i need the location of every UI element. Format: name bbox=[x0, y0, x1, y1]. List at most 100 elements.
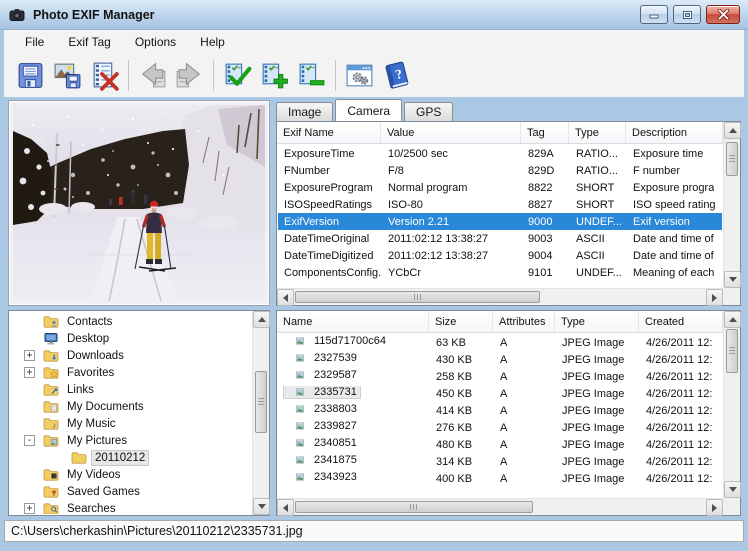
delete-exif-button[interactable] bbox=[86, 57, 123, 94]
tree-item-searches[interactable]: +Searches bbox=[10, 500, 251, 514]
column-header-tag[interactable]: Tag bbox=[521, 122, 569, 143]
column-header-value[interactable]: Value bbox=[381, 122, 521, 143]
scrollbar-thumb[interactable] bbox=[295, 501, 533, 513]
files-horizontal-scrollbar[interactable] bbox=[277, 498, 723, 515]
tree-item-contacts[interactable]: Contacts bbox=[10, 313, 251, 330]
file-row[interactable]: 2340851480 KBAJPEG Image4/26/2011 12: bbox=[278, 436, 722, 453]
files-vertical-scrollbar[interactable] bbox=[723, 311, 740, 498]
edit-exif-tag-button[interactable] bbox=[219, 57, 256, 94]
column-header-size[interactable]: Size bbox=[429, 311, 493, 332]
help-button[interactable]: ? bbox=[378, 57, 415, 94]
file-row[interactable]: 2338803414 KBAJPEG Image4/26/2011 12: bbox=[278, 402, 722, 419]
tag-cell: 829D bbox=[522, 165, 570, 177]
file-row[interactable]: 115d71700c6463 KBAJPEG Image4/26/2011 12… bbox=[278, 334, 722, 351]
film-green-minus-icon bbox=[296, 60, 327, 91]
scroll-right-button[interactable] bbox=[706, 289, 723, 306]
tree-item-favorites[interactable]: +Favorites bbox=[10, 364, 251, 381]
exif-name-cell: ISOSpeedRatings bbox=[278, 199, 382, 211]
file-row-selected[interactable]: 2335731450 KBAJPEG Image4/26/2011 12: bbox=[278, 385, 722, 402]
tree-expander-plus[interactable]: + bbox=[24, 350, 35, 361]
file-row[interactable]: 2339827276 KBAJPEG Image4/26/2011 12: bbox=[278, 419, 722, 436]
tree-item-links[interactable]: Links bbox=[10, 381, 251, 398]
file-row[interactable]: 2341875314 KBAJPEG Image4/26/2011 12: bbox=[278, 453, 722, 470]
file-row[interactable]: 2327539430 KBAJPEG Image4/26/2011 12: bbox=[278, 351, 722, 368]
maximize-button[interactable] bbox=[673, 5, 701, 24]
tree-item-desktop[interactable]: Desktop bbox=[10, 330, 251, 347]
tree-item-my-videos[interactable]: My Videos bbox=[10, 466, 251, 483]
menu-options[interactable]: Options bbox=[123, 32, 188, 52]
menu-file[interactable]: File bbox=[13, 32, 56, 52]
scrollbar-thumb[interactable] bbox=[726, 329, 738, 373]
scroll-down-button[interactable] bbox=[253, 498, 270, 515]
tab-gps[interactable]: GPS bbox=[404, 102, 453, 121]
exif-row[interactable]: DateTimeOriginal2011:02:12 13:38:279003A… bbox=[278, 230, 722, 247]
options-button[interactable] bbox=[341, 57, 378, 94]
minimize-button[interactable] bbox=[640, 5, 668, 24]
tree-item-downloads[interactable]: +Downloads bbox=[10, 347, 251, 364]
tree-item-my-pictures[interactable]: -My Pictures bbox=[10, 432, 251, 449]
description-cell: Date and time of bbox=[627, 250, 714, 262]
tree-item-20110212[interactable]: 20110212 bbox=[10, 449, 251, 466]
tree-item-my-music[interactable]: ♪My Music bbox=[10, 415, 251, 432]
column-header-type[interactable]: Type bbox=[555, 311, 639, 332]
save-button[interactable] bbox=[12, 57, 49, 94]
exif-row[interactable]: FNumberF/8829DRATIO...F number bbox=[278, 162, 722, 179]
type-cell: JPEG Image bbox=[556, 354, 640, 366]
exif-row[interactable]: ExposureProgramNormal program8822SHORTEx… bbox=[278, 179, 722, 196]
description-cell: F number bbox=[627, 165, 680, 177]
exif-row[interactable]: ISOSpeedRatingsISO-808827SHORTISO speed … bbox=[278, 196, 722, 213]
file-row[interactable]: 2343923400 KBAJPEG Image4/26/2011 12: bbox=[278, 470, 722, 487]
description-cell: ISO speed rating bbox=[627, 199, 716, 211]
scroll-left-button[interactable] bbox=[277, 499, 294, 516]
tree-item-label: My Documents bbox=[64, 400, 147, 414]
scroll-right-button[interactable] bbox=[706, 499, 723, 516]
scroll-up-button[interactable] bbox=[724, 311, 741, 328]
scrollbar-thumb[interactable] bbox=[726, 142, 738, 176]
close-button[interactable] bbox=[706, 5, 740, 24]
menu-exif-tag[interactable]: Exif Tag bbox=[56, 32, 122, 52]
file-row[interactable]: 2329587258 KBAJPEG Image4/26/2011 12: bbox=[278, 368, 722, 385]
scroll-down-button[interactable] bbox=[724, 271, 741, 288]
scroll-left-button[interactable] bbox=[277, 289, 294, 306]
column-header-name[interactable]: Name bbox=[277, 311, 429, 332]
tree-expander-minus[interactable]: - bbox=[24, 435, 35, 446]
tree-item-saved-games[interactable]: Saved Games bbox=[10, 483, 251, 500]
column-header-exif-name[interactable]: Exif Name bbox=[277, 122, 381, 143]
column-header-created[interactable]: Created bbox=[639, 311, 723, 332]
exif-row[interactable]: ExposureTime10/2500 sec829ARATIO...Expos… bbox=[278, 145, 722, 162]
attributes-cell: A bbox=[494, 354, 556, 366]
exif-name-cell: FNumber bbox=[278, 165, 382, 177]
tree-item-my-documents[interactable]: My Documents bbox=[10, 398, 251, 415]
value-cell: ISO-80 bbox=[382, 199, 522, 211]
tree-vertical-scrollbar[interactable] bbox=[252, 311, 269, 515]
save-image-button[interactable] bbox=[49, 57, 86, 94]
gray-arrow-left-film-icon bbox=[137, 60, 168, 91]
add-exif-tag-button[interactable] bbox=[256, 57, 293, 94]
scroll-up-button[interactable] bbox=[253, 311, 270, 328]
exif-row[interactable]: DateTimeDigitized2011:02:12 13:38:279004… bbox=[278, 247, 722, 264]
exif-vertical-scrollbar[interactable] bbox=[723, 122, 740, 288]
remove-exif-tag-button[interactable] bbox=[293, 57, 330, 94]
column-header-attributes[interactable]: Attributes bbox=[493, 311, 555, 332]
exif-row[interactable]: ComponentsConfig...YCbCr9101UNDEF...Mean… bbox=[278, 264, 722, 281]
tree-expander-plus[interactable]: + bbox=[24, 367, 35, 378]
toolbar-separator bbox=[213, 60, 214, 91]
exif-horizontal-scrollbar[interactable] bbox=[277, 288, 723, 305]
music-folder-icon: ♪ bbox=[43, 417, 59, 430]
created-cell: 4/26/2011 12: bbox=[640, 371, 712, 383]
scrollbar-thumb[interactable] bbox=[255, 371, 267, 433]
column-header-description[interactable]: Description bbox=[626, 122, 723, 143]
title-bar[interactable]: Photo EXIF Manager bbox=[0, 0, 748, 30]
scrollbar-thumb[interactable] bbox=[295, 291, 540, 303]
attributes-cell: A bbox=[494, 371, 556, 383]
tree-expander-plus[interactable]: + bbox=[24, 503, 35, 514]
tab-camera[interactable]: Camera bbox=[335, 99, 402, 121]
exif-row-selected[interactable]: ExifVersionVersion 2.219000UNDEF...Exif … bbox=[278, 213, 722, 230]
type-cell: JPEG Image bbox=[556, 422, 640, 434]
column-header-type[interactable]: Type bbox=[569, 122, 626, 143]
exif-name-cell: ExifVersion bbox=[278, 216, 382, 228]
scroll-down-button[interactable] bbox=[724, 481, 741, 498]
menu-help[interactable]: Help bbox=[188, 32, 237, 52]
scroll-up-button[interactable] bbox=[724, 122, 741, 139]
tab-image[interactable]: Image bbox=[276, 102, 333, 121]
